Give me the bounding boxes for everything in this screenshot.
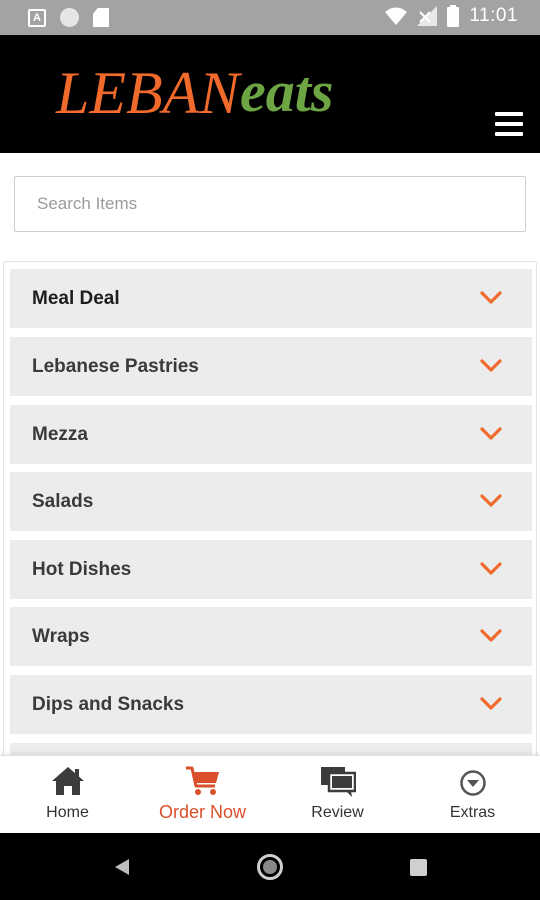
category-hot-dishes[interactable]: Hot Dishes	[10, 540, 532, 599]
category-label: Lebanese Pastries	[32, 356, 199, 377]
category-wraps[interactable]: Wraps	[10, 607, 532, 666]
chevron-down-icon	[480, 697, 502, 710]
nav-extras[interactable]: Extras	[405, 756, 540, 834]
home-button-icon[interactable]	[257, 854, 283, 880]
category-meal-deal[interactable]: Meal Deal	[10, 269, 532, 328]
circle-notification-icon	[60, 8, 79, 27]
status-bar-notifications: A	[28, 8, 109, 27]
signal-icon	[417, 6, 438, 26]
app-header: LEBAN eats	[0, 35, 540, 153]
hamburger-menu-icon[interactable]	[495, 112, 523, 136]
category-mezza[interactable]: Mezza	[10, 405, 532, 464]
chevron-down-icon	[480, 629, 502, 642]
nav-review[interactable]: Review	[270, 756, 405, 834]
nav-order-now[interactable]: Order Now	[135, 756, 270, 834]
svg-text:LEBAN: LEBAN	[55, 60, 242, 126]
recent-apps-icon[interactable]	[410, 859, 427, 876]
wifi-icon	[385, 7, 408, 25]
cart-icon	[185, 766, 219, 795]
leban-eats-logo: LEBAN eats	[55, 59, 333, 126]
sd-card-icon	[93, 8, 109, 27]
category-salads[interactable]: Salads	[10, 472, 532, 531]
category-label: Dips and Snacks	[32, 694, 185, 715]
battery-icon	[447, 5, 460, 27]
svg-text:eats: eats	[240, 59, 333, 124]
category-label: Mezza	[32, 424, 88, 445]
bottom-navigation: Home Order Now Review Extras	[0, 755, 540, 833]
chevron-down-icon	[480, 562, 502, 575]
chat-bubbles-icon	[320, 767, 356, 797]
status-time: 11:01	[469, 5, 518, 26]
category-lebanese-pastries[interactable]: Lebanese Pastries	[10, 337, 532, 396]
nav-review-label: Review	[311, 804, 364, 821]
search-input[interactable]	[14, 176, 526, 232]
home-icon	[51, 767, 84, 795]
nav-home[interactable]: Home	[0, 756, 135, 834]
chevron-down-icon	[480, 359, 502, 372]
nav-order-now-label: Order Now	[158, 802, 247, 822]
nav-extras-label: Extras	[449, 804, 496, 821]
chevron-down-icon	[480, 494, 502, 507]
category-list: Meal Deal Lebanese Pastries Mezza Salads…	[3, 261, 537, 761]
chevron-down-icon	[480, 291, 502, 304]
system-navigation-bar	[0, 833, 540, 900]
app-screen: A 11:01 LEBAN eats Meal Deal Lebanese Pa…	[0, 0, 540, 900]
nav-home-label: Home	[46, 804, 89, 821]
chevron-circle-down-icon	[459, 770, 486, 796]
category-label: Salads	[32, 491, 94, 512]
a-notification-icon: A	[28, 8, 46, 27]
back-icon[interactable]	[114, 858, 130, 876]
category-label: Wraps	[32, 626, 90, 647]
category-label: Meal Deal	[32, 288, 120, 309]
category-label: Hot Dishes	[32, 559, 132, 580]
category-dips-and-snacks[interactable]: Dips and Snacks	[10, 675, 532, 734]
status-bar: A 11:01	[0, 0, 540, 35]
chevron-down-icon	[480, 427, 502, 440]
status-bar-system: 11:01	[385, 5, 518, 27]
